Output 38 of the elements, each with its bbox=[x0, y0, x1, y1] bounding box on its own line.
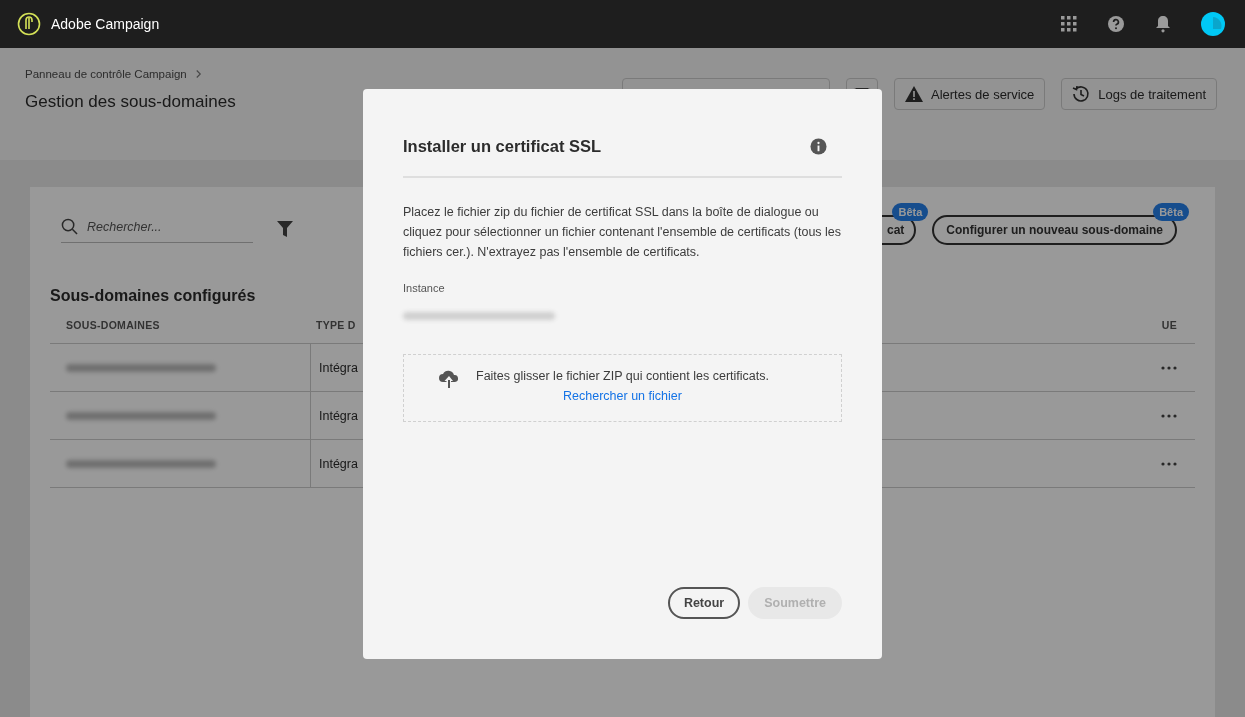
app-name: Adobe Campaign bbox=[51, 16, 160, 32]
table-cell: Intégra bbox=[319, 360, 358, 375]
browse-file-link[interactable]: Rechercher un fichier bbox=[563, 389, 682, 403]
section-title: Sous-domaines configurés bbox=[50, 287, 256, 305]
page-title: Gestion des sous-domaines bbox=[25, 92, 236, 112]
table-cell: Intégra bbox=[319, 408, 358, 423]
search-field[interactable]: Rechercher... bbox=[85, 218, 249, 235]
table-cell: Intégra bbox=[319, 456, 358, 471]
bell-icon[interactable] bbox=[1155, 15, 1171, 33]
column-header: UE bbox=[1160, 319, 1178, 333]
dialog-description: Placez le fichier zip du fichier de certificat SSL dans la boîte de dialogue ou cliquez pour sélectionner un fichier contenant l'ensemble de certificats (tous les fichiers cer.). N'extrayez pas l'ensemble de certificats. bbox=[403, 204, 842, 261]
search-icon bbox=[61, 218, 78, 235]
action-button[interactable]: Configurer un nouveau sous-domaine bbox=[932, 215, 1177, 245]
header-button[interactable]: Logs de traitement bbox=[1061, 78, 1217, 110]
history-icon bbox=[1072, 85, 1091, 103]
filter-icon[interactable] bbox=[277, 221, 293, 237]
beta-badge: Bêta bbox=[1153, 203, 1189, 221]
dropzone[interactable]: Faites glisser le fichier ZIP qui contient les certificats. Rechercher un fichier bbox=[403, 354, 842, 422]
breadcrumb-link[interactable]: Panneau de contrôle Campaign bbox=[25, 68, 187, 80]
more-icon[interactable] bbox=[1161, 365, 1177, 370]
dialog-title: Installer un certificat SSL bbox=[403, 137, 602, 156]
field-label: Instance bbox=[403, 282, 446, 294]
help-icon[interactable] bbox=[1107, 15, 1125, 33]
warning-icon bbox=[905, 86, 923, 102]
avatar-icon[interactable] bbox=[1201, 12, 1225, 36]
header-button[interactable]: Alertes de service bbox=[894, 78, 1046, 110]
cloud-upload-icon bbox=[438, 369, 460, 389]
more-icon[interactable] bbox=[1161, 413, 1177, 418]
dropzone-text: Faites glisser le fichier ZIP qui contient les certificats. bbox=[476, 369, 769, 383]
dialog-button[interactable]: Retour bbox=[667, 587, 741, 619]
column-header: SOUS-DOMAINES bbox=[65, 319, 161, 333]
info-icon[interactable] bbox=[810, 138, 827, 155]
column-header: TYPE D bbox=[315, 319, 357, 333]
logo-icon bbox=[17, 12, 41, 36]
beta-badge: Bêta bbox=[892, 203, 929, 221]
apps-grid-icon[interactable] bbox=[1061, 16, 1077, 32]
more-icon[interactable] bbox=[1161, 461, 1177, 466]
chevron-right-icon bbox=[194, 69, 202, 79]
